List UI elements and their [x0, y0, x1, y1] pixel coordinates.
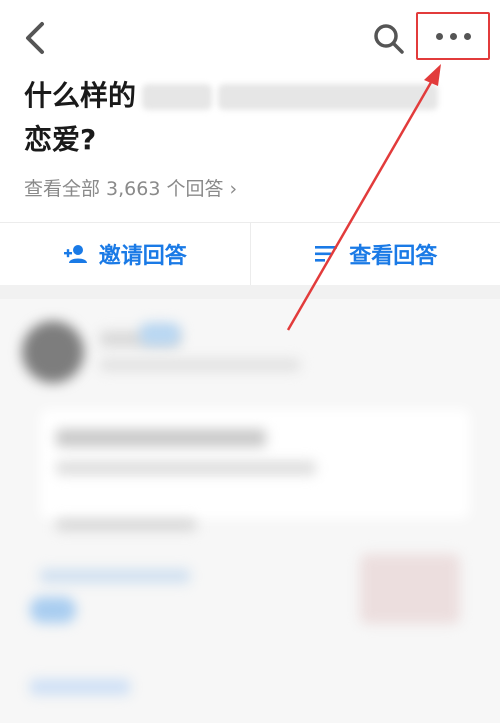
invite-answer-button[interactable]: 邀请回答 — [0, 223, 250, 285]
question-title-line-1: 什么样的 — [24, 74, 464, 118]
blurred-badge — [30, 597, 76, 623]
blurred-thumbnail — [360, 554, 460, 624]
view-answers-label: 查看回答 — [349, 244, 438, 269]
blurred-text — [40, 569, 190, 583]
blurred-text — [100, 359, 300, 371]
blurred-text — [56, 519, 196, 531]
title-text-2: 恋爱? — [24, 123, 97, 156]
invite-answer-label: 邀请回答 — [98, 244, 187, 269]
question-title-line-2: 恋爱? — [24, 118, 464, 162]
action-row: 邀请回答 查看回答 — [0, 223, 500, 285]
blurred-text — [218, 84, 439, 110]
back-icon[interactable] — [20, 18, 52, 58]
blurred-text — [56, 461, 316, 475]
chevron-right-icon: › — [229, 178, 238, 200]
title-text-1: 什么样的 — [24, 79, 137, 112]
view-all-label: 查看全部 3,663 个回答 — [24, 178, 224, 200]
sort-list-icon — [315, 246, 338, 262]
view-answers-button[interactable]: 查看回答 — [251, 223, 500, 285]
top-bar — [0, 0, 500, 70]
question-title: 什么样的 恋爱? — [24, 74, 464, 162]
blurred-text — [142, 84, 213, 110]
add-person-icon — [63, 245, 87, 263]
avatar — [22, 321, 84, 383]
more-dots-icon — [435, 32, 471, 40]
answer-feed-blurred — [0, 299, 500, 723]
blurred-badge — [140, 323, 180, 345]
section-separator — [0, 285, 500, 299]
more-options-button[interactable] — [416, 12, 490, 60]
blurred-text — [30, 679, 130, 695]
blurred-text — [56, 429, 266, 447]
search-icon[interactable] — [372, 22, 406, 56]
view-all-answers-link[interactable]: 查看全部 3,663 个回答 › — [24, 174, 237, 201]
